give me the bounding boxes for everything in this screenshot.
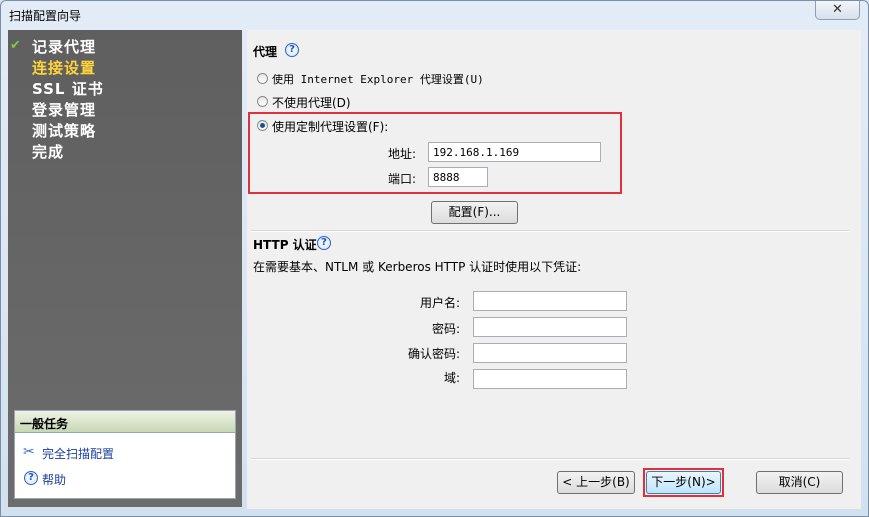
- config-button[interactable]: 配置(F)...: [431, 201, 518, 224]
- password-input[interactable]: [473, 317, 627, 337]
- radio-no-proxy-label: 不使用代理(D): [272, 96, 351, 110]
- check-icon: ✔: [10, 38, 21, 53]
- http-auth-help-icon[interactable]: ?: [317, 236, 331, 250]
- address-label: 地址:: [388, 147, 417, 161]
- cancel-button[interactable]: 取消(C): [756, 471, 843, 494]
- password-label: 密码:: [431, 322, 460, 336]
- username-label: 用户名:: [419, 296, 460, 310]
- full-scan-config-link[interactable]: 完全扫描配置: [42, 445, 114, 462]
- radio-no-proxy[interactable]: [257, 96, 268, 107]
- username-input[interactable]: [473, 291, 627, 311]
- step-test-policy: 测试策略: [32, 122, 97, 140]
- general-tasks-box: 一般任务 ✂ 完全扫描配置 ? 帮助: [14, 410, 236, 499]
- step-record-proxy: 记录代理: [32, 38, 97, 56]
- http-auth-section-title: HTTP 认证: [253, 238, 317, 252]
- radio-custom-proxy[interactable]: [257, 120, 268, 131]
- step-login-management: 登录管理: [32, 101, 97, 119]
- section-divider: [251, 230, 849, 232]
- radio-custom-proxy-label: 使用定制代理设置(F):: [272, 120, 389, 134]
- port-input[interactable]: 8888: [428, 167, 488, 187]
- domain-label: 域:: [443, 371, 460, 385]
- close-icon: ✕: [832, 2, 843, 17]
- help-icon: ?: [24, 471, 38, 485]
- step-ssl-certificate: SSL 证书: [32, 80, 104, 98]
- proxy-help-icon[interactable]: ?: [285, 43, 299, 57]
- step-finish: 完成: [32, 143, 65, 161]
- radio-ie-proxy-label: 使用 Internet Explorer 代理设置(U): [272, 73, 484, 86]
- window-title: 扫描配置向导: [9, 9, 82, 23]
- radio-ie-proxy[interactable]: [257, 73, 268, 84]
- domain-input[interactable]: [473, 369, 627, 389]
- step-connection-settings: 连接设置: [32, 59, 97, 77]
- proxy-section-title: 代理: [253, 45, 278, 59]
- port-label: 端口:: [388, 172, 417, 186]
- help-link[interactable]: 帮助: [42, 471, 66, 488]
- tools-icon: ✂: [23, 444, 35, 460]
- address-input[interactable]: 192.168.1.169: [428, 142, 601, 162]
- footer-divider: [251, 458, 849, 460]
- back-button[interactable]: < 上一步(B): [557, 471, 635, 494]
- http-auth-description: 在需要基本、NTLM 或 Kerberos HTTP 认证时使用以下凭证:: [253, 260, 582, 274]
- confirm-password-label: 确认密码:: [407, 347, 460, 361]
- general-tasks-header: 一般任务: [15, 411, 235, 433]
- next-button[interactable]: 下一步(N)>: [646, 471, 721, 494]
- close-button[interactable]: ✕: [815, 1, 860, 20]
- confirm-password-input[interactable]: [473, 343, 627, 363]
